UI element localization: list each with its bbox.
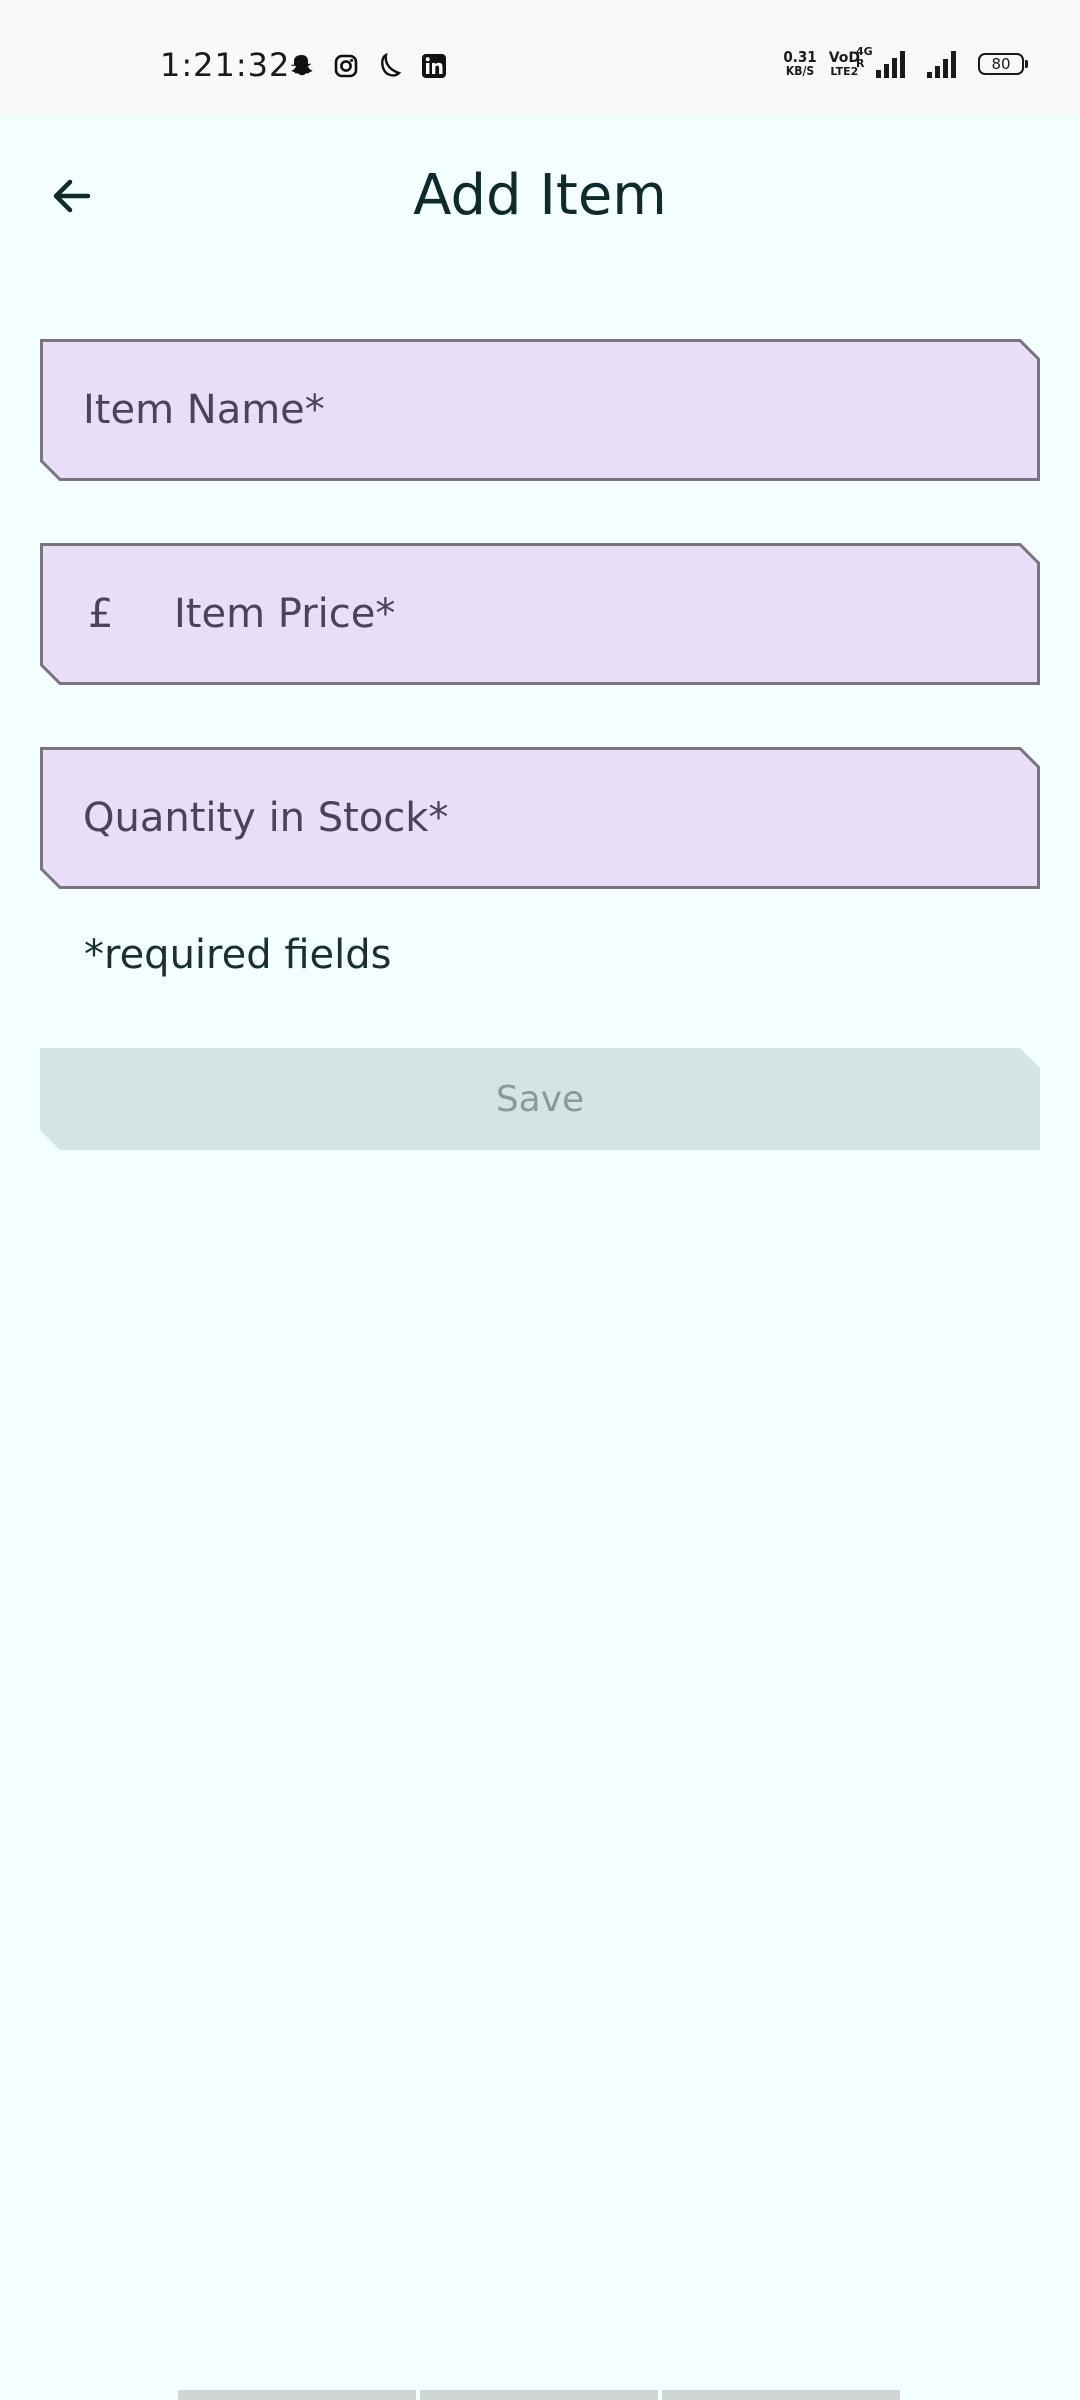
signal-4g-icon: 4G R <box>856 46 905 78</box>
item-price-input[interactable] <box>40 543 1040 685</box>
signal-icon <box>927 50 956 78</box>
save-button-label: Save <box>495 1078 585 1120</box>
volte-bottom: LTE2 <box>830 64 859 78</box>
arrow-left-icon <box>53 179 91 213</box>
quantity-field[interactable]: Quantity in Stock* <box>40 747 1040 889</box>
item-name-field[interactable]: Item Name* <box>40 339 1040 481</box>
network-speed: 0.31 KB/S <box>783 50 816 78</box>
linkedin-icon <box>420 52 448 80</box>
battery-icon: 80 <box>978 53 1028 75</box>
network-speed-value: 0.31 <box>783 48 817 66</box>
battery-level: 80 <box>991 55 1011 73</box>
save-button[interactable]: Save <box>40 1048 1040 1150</box>
status-bar: 1:21:32 0.31 KB/S VoD LTE2 4G R 80 <box>0 0 1080 114</box>
status-time: 1:21:32 <box>160 46 291 84</box>
navigation-hint <box>178 2390 900 2400</box>
snapchat-icon <box>288 52 316 80</box>
back-button[interactable] <box>36 160 108 232</box>
moon-icon <box>376 52 404 80</box>
notification-icons <box>288 52 448 80</box>
roaming-indicator: R <box>856 57 865 70</box>
item-name-input[interactable] <box>40 339 1040 481</box>
quantity-input[interactable] <box>40 747 1040 889</box>
network-speed-unit: KB/S <box>785 64 815 78</box>
item-price-field[interactable]: £ Item Price* <box>40 543 1040 685</box>
system-status: 0.31 KB/S VoD LTE2 4G R 80 <box>783 46 1028 78</box>
instagram-icon <box>332 52 360 80</box>
page-title: Add Item <box>413 163 667 228</box>
required-fields-note: *required fields <box>84 932 392 978</box>
